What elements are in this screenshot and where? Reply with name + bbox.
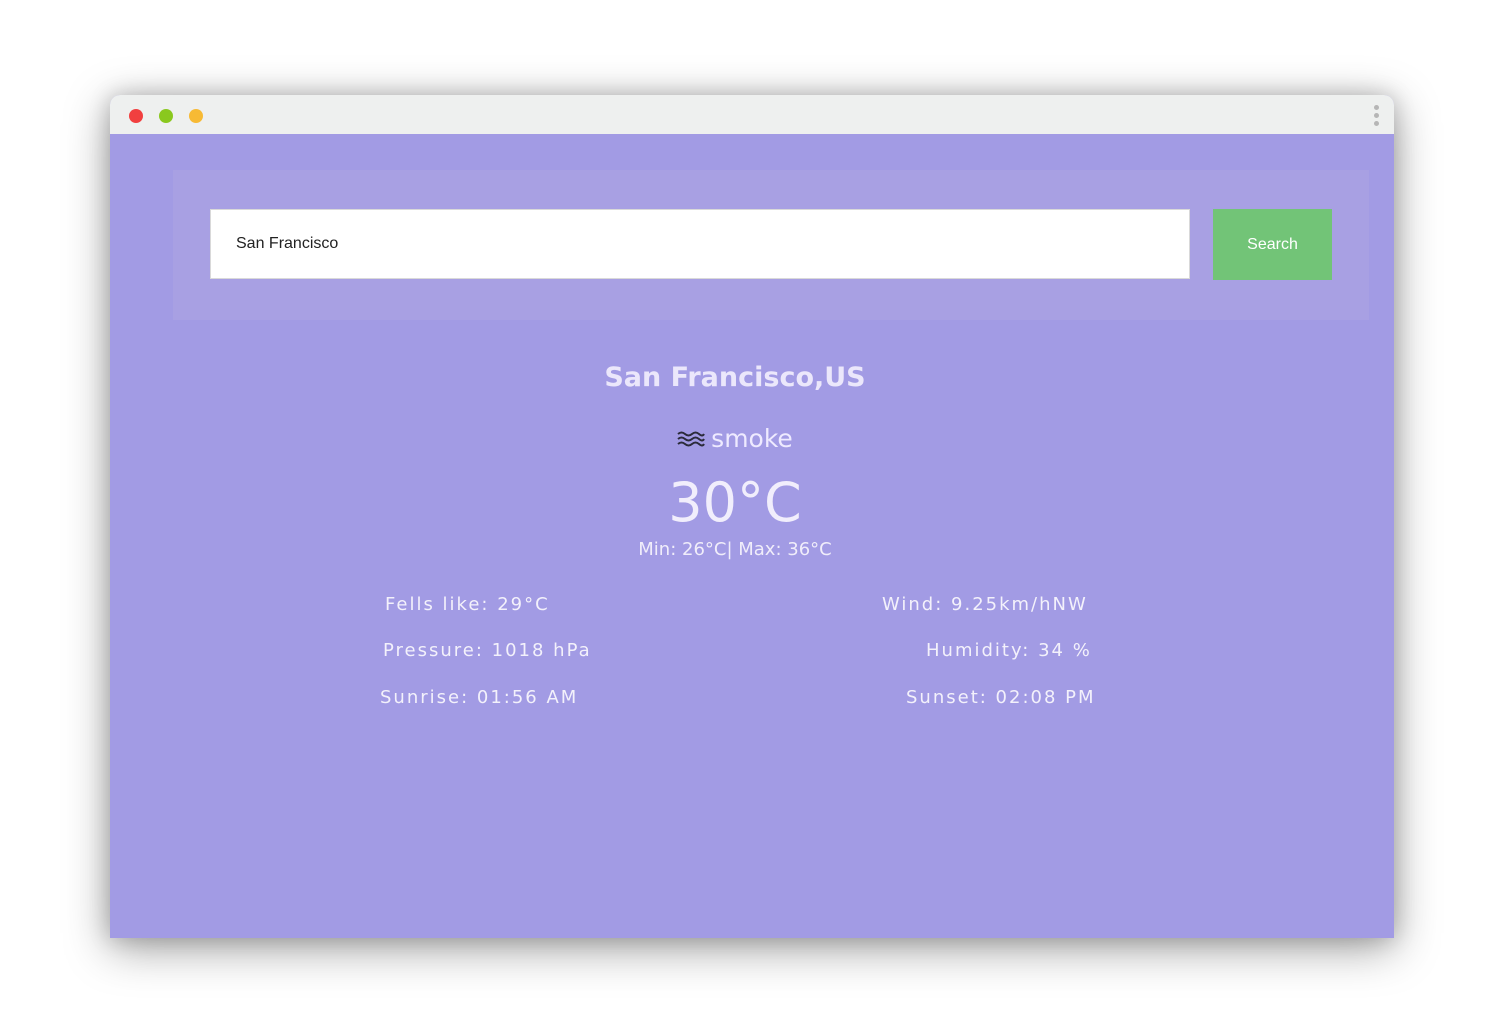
minimize-window-icon[interactable] — [159, 109, 173, 123]
city-search-input[interactable] — [210, 209, 1190, 279]
humidity: Humidity: 34 % — [926, 640, 1092, 661]
location-title: San Francisco,US — [604, 362, 866, 393]
search-panel: Search — [173, 170, 1369, 320]
temperature: 30°C — [668, 471, 802, 534]
pressure: Pressure: 1018 hPa — [383, 640, 592, 661]
kebab-menu-icon[interactable] — [1372, 105, 1380, 129]
weather-condition: smoke — [110, 424, 1360, 453]
sunrise: Sunrise: 01:56 AM — [380, 687, 579, 708]
window-titlebar — [110, 95, 1394, 134]
smoke-waves-icon — [677, 431, 706, 447]
close-window-icon[interactable] — [129, 109, 143, 123]
wind: Wind: 9.25km/hNW — [882, 594, 1088, 615]
condition-text: smoke — [711, 424, 793, 453]
browser-window: Search San Francisco,US smoke 30°C Min: … — [110, 95, 1394, 938]
search-button[interactable]: Search — [1213, 209, 1332, 280]
min-max-temperature: Min: 26°C| Max: 36°C — [638, 539, 832, 560]
sunset: Sunset: 02:08 PM — [906, 687, 1096, 708]
zoom-window-icon[interactable] — [189, 109, 203, 123]
weather-app: Search San Francisco,US smoke 30°C Min: … — [110, 134, 1394, 938]
feels-like: Fells like: 29°C — [385, 594, 550, 615]
